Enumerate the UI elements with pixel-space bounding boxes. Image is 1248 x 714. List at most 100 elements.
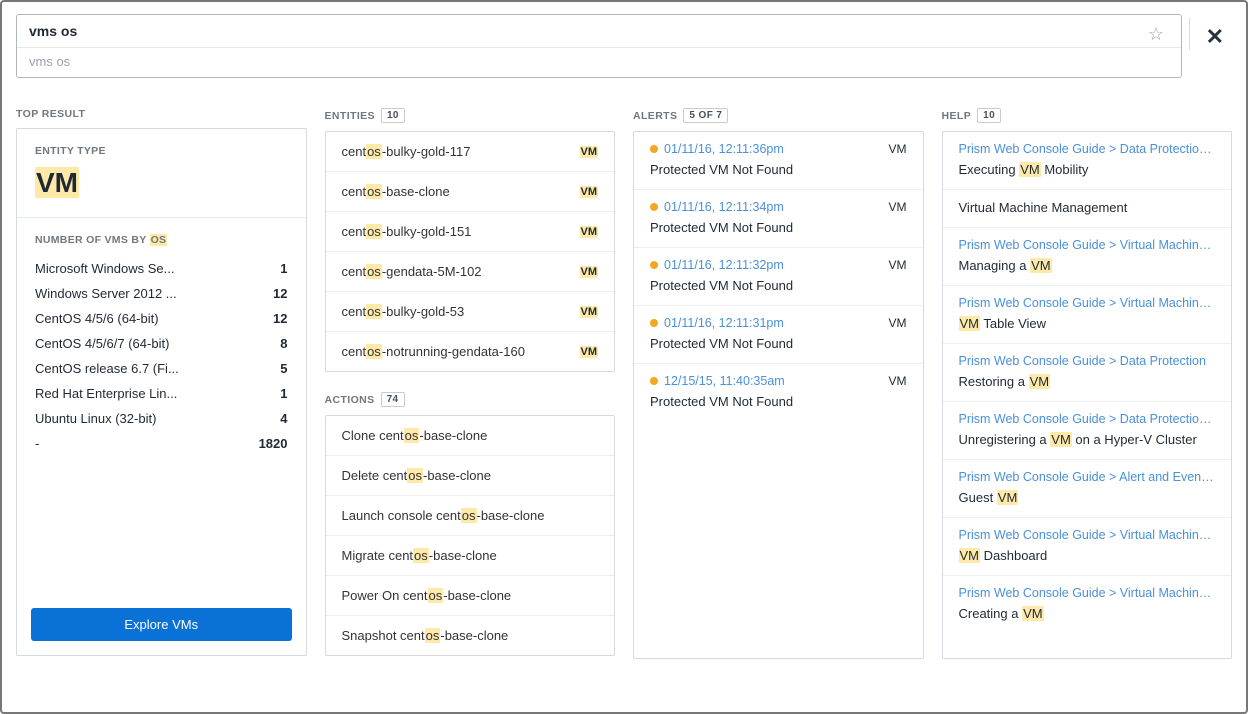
os-breakdown-block: NUMBER OF VMS BY OS Microsoft Windows Se… [17, 218, 306, 598]
entity-type-value: VM [35, 167, 288, 199]
action-name: Power On centos-base-clone [342, 588, 512, 603]
entities-card: centos-bulky-gold-117VMcentos-base-clone… [325, 131, 616, 372]
alert-row[interactable]: 01/11/16, 12:11:32pmVMProtected VM Not F… [634, 248, 923, 306]
alert-type: VM [889, 142, 907, 156]
alert-timestamp[interactable]: 01/11/16, 12:11:34pm [664, 200, 784, 214]
alert-type: VM [889, 200, 907, 214]
entities-column: ENTITIES 10 centos-bulky-gold-117VMcento… [325, 108, 616, 698]
help-breadcrumb[interactable]: Prism Web Console Guide > Alert and Even… [959, 470, 1216, 484]
os-name: - [35, 436, 39, 451]
alert-row[interactable]: 01/11/16, 12:11:34pm VM Protected VM Not F… [634, 190, 923, 248]
alert-message: Protected VM Not Found [650, 394, 907, 409]
entity-row[interactable]: centos-base-cloneVM [326, 172, 615, 212]
action-row[interactable]: Power On centos-base-clone [326, 576, 615, 616]
entities-count-badge: 10 [381, 108, 405, 123]
alert-message: Protected VM Not Found [650, 220, 907, 235]
help-breadcrumb[interactable]: Prism Web Console Guide > Virtual Machin… [959, 238, 1216, 252]
close-icon[interactable]: ✕ [1206, 24, 1224, 50]
help-breadcrumb[interactable]: Prism Web Console Guide > Virtual Machin… [959, 586, 1216, 600]
alert-message: Protected VM Not Found [650, 278, 907, 293]
entity-badge: VM [580, 346, 599, 358]
help-breadcrumb[interactable]: Prism Web Console Guide > Virtual Machin… [959, 528, 1216, 542]
alert-type: VM [889, 316, 907, 330]
alert-row[interactable]: 01/11/16, 12:11:31pmVMProtected VM Not F… [634, 306, 923, 364]
os-name: CentOS 4/5/6/7 (64-bit) [35, 336, 169, 351]
help-row[interactable]: Prism Web Console Guide > Virtual Machin… [943, 518, 1232, 576]
os-row[interactable]: CentOS 4/5/6/7 (64-bit)8 [35, 331, 288, 356]
help-count-badge: 10 [977, 108, 1001, 123]
divider [1189, 18, 1190, 50]
help-row[interactable]: Prism Web Console Guide > Data Protectio… [943, 344, 1232, 402]
help-row[interactable]: Prism Web Console Guide > Data Protectio… [943, 402, 1232, 460]
help-header: HELP 10 [942, 108, 1233, 123]
actions-card: Clone centos-base-clone Delete centos-bas… [325, 415, 616, 656]
actions-count-badge: 74 [381, 392, 405, 407]
top-result-column: TOP RESULT ENTITY TYPE VM NUMBER OF VMS … [16, 108, 307, 698]
search-box: vms os [16, 14, 1182, 78]
alerts-column: ALERTS 5 OF 7 01/11/16, 12:11:36pmVMProt… [633, 108, 924, 698]
action-name: Delete centos-base-clone [342, 468, 491, 483]
help-row[interactable]: Prism Web Console Guide > Virtual Machin… [943, 576, 1232, 633]
os-row[interactable]: Ubuntu Linux (32-bit)4 [35, 406, 288, 431]
action-row[interactable]: Clone centos-base-clone [326, 416, 615, 456]
help-title: VM Table View [959, 316, 1216, 331]
entity-badge: VM [580, 266, 599, 278]
os-row[interactable]: -1820 [35, 431, 288, 456]
help-row[interactable]: Virtual Machine Management [943, 190, 1232, 228]
alert-timestamp[interactable]: 01/11/16, 12:11:32pm [664, 258, 784, 272]
entity-row[interactable]: centos-bulky-gold-53VM [326, 292, 615, 332]
help-title: Virtual Machine Management [959, 200, 1216, 215]
alert-timestamp[interactable]: 01/11/16, 12:11:36pm [664, 142, 784, 156]
os-row[interactable]: Windows Server 2012 ...12 [35, 281, 288, 306]
search-area: vms os ☆ ✕ [2, 2, 1246, 78]
os-row[interactable]: CentOS release 6.7 (Fi...5 [35, 356, 288, 381]
entities-header: ENTITIES 10 [325, 108, 616, 123]
entity-row[interactable]: centos-bulky-gold-151VM [326, 212, 615, 252]
warning-dot-icon [650, 145, 658, 153]
actions-header-label: ACTIONS [325, 394, 375, 406]
os-row[interactable]: Red Hat Enterprise Lin...1 [35, 381, 288, 406]
action-row[interactable]: Launch console centos-base-clone [326, 496, 615, 536]
help-breadcrumb[interactable]: Prism Web Console Guide > Data Protectio… [959, 354, 1216, 368]
alert-type: VM [889, 374, 907, 388]
results-columns: TOP RESULT ENTITY TYPE VM NUMBER OF VMS … [2, 78, 1246, 698]
action-row[interactable]: Delete centos-base-clone [326, 456, 615, 496]
entity-row[interactable]: centos-bulky-gold-117VM [326, 132, 615, 172]
app-frame: vms os ☆ ✕ TOP RESULT ENTITY TYPE VM NUM… [0, 0, 1248, 714]
star-icon[interactable]: ☆ [1148, 24, 1164, 45]
help-breadcrumb[interactable]: Prism Web Console Guide > Data Protectio… [959, 412, 1216, 426]
search-input[interactable] [17, 15, 1181, 48]
entity-row[interactable]: centos-notrunning-gendata-160VM [326, 332, 615, 371]
explore-vms-button[interactable]: Explore VMs [31, 608, 292, 641]
entity-name: centos-bulky-gold-117 [342, 144, 471, 159]
help-row[interactable]: Prism Web Console Guide > Virtual Machin… [943, 228, 1232, 286]
alerts-header-label: ALERTS [633, 110, 677, 122]
os-name: Red Hat Enterprise Lin... [35, 386, 177, 401]
help-breadcrumb[interactable]: Prism Web Console Guide > Virtual Machin… [959, 296, 1216, 310]
top-result-footer: Explore VMs [17, 598, 306, 655]
alert-timestamp[interactable]: 12/15/15, 11:40:35am [664, 374, 785, 388]
os-name: CentOS 4/5/6 (64-bit) [35, 311, 159, 326]
entity-type-label: ENTITY TYPE [35, 145, 288, 157]
os-row[interactable]: Microsoft Windows Se...1 [35, 256, 288, 281]
alert-timestamp[interactable]: 01/11/16, 12:11:31pm [664, 316, 784, 330]
os-name: CentOS release 6.7 (Fi... [35, 361, 179, 376]
help-row[interactable]: Prism Web Console Guide > Virtual Machin… [943, 286, 1232, 344]
os-name: Windows Server 2012 ... [35, 286, 177, 301]
action-row[interactable]: Migrate centos-base-clone [326, 536, 615, 576]
alert-row[interactable]: 12/15/15, 11:40:35am VM Protected VM Not F… [634, 364, 923, 421]
os-row[interactable]: CentOS 4/5/6 (64-bit)12 [35, 306, 288, 331]
entity-row[interactable]: centos-gendata-5M-102VM [326, 252, 615, 292]
help-row[interactable]: Prism Web Console Guide > Alert and Even… [943, 460, 1232, 518]
help-row[interactable]: Prism Web Console Guide > Data Protectio… [943, 132, 1232, 190]
os-title-prefix: NUMBER OF VMS BY [35, 234, 150, 246]
help-breadcrumb[interactable]: Prism Web Console Guide > Data Protectio… [959, 142, 1216, 156]
action-row[interactable]: Snapshot centos-base-clone [326, 616, 615, 655]
entity-type-block: ENTITY TYPE VM [17, 129, 306, 218]
top-result-header: TOP RESULT [16, 108, 307, 120]
search-suggestion[interactable]: vms os [17, 48, 1181, 77]
os-breakdown-title: NUMBER OF VMS BY OS [35, 234, 288, 246]
help-title: Restoring a VM [959, 374, 1216, 389]
alert-row[interactable]: 01/11/16, 12:11:36pmVMProtected VM Not F… [634, 132, 923, 190]
alerts-card: 01/11/16, 12:11:36pm VM Protected VM Not F… [633, 131, 924, 659]
